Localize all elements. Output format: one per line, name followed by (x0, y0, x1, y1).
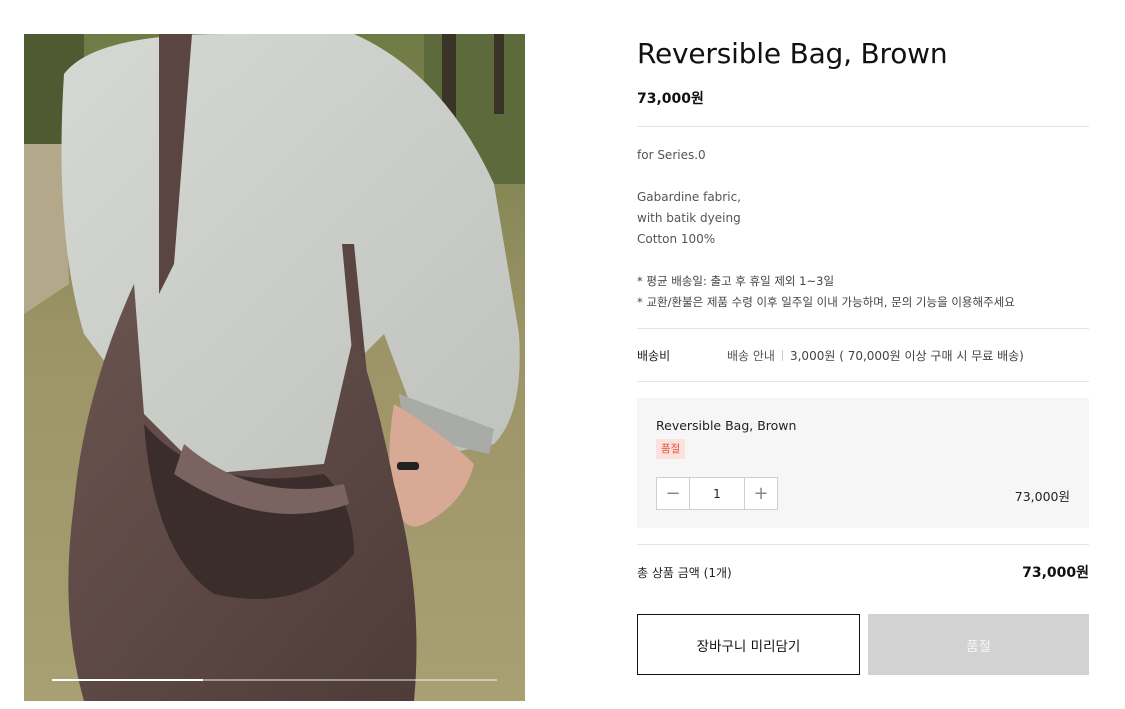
option-price: 73,000원 (1014, 489, 1070, 504)
material-line: with batik dyeing (637, 211, 741, 225)
gallery-progress-fill (52, 679, 204, 681)
quantity-stepper: − + (656, 477, 778, 510)
increase-quantity-button[interactable]: + (745, 478, 777, 509)
series-text: for Series.0 (637, 148, 706, 162)
option-name: Reversible Bag, Brown (656, 418, 797, 433)
refund-notice: * 교환/환불은 제품 수령 이후 일주일 이내 가능하며, 문의 기능을 이용… (637, 295, 1015, 309)
gallery-progress-track[interactable] (52, 679, 497, 681)
plus-icon: + (753, 483, 769, 504)
minus-icon: − (665, 483, 681, 504)
product-image[interactable] (24, 34, 525, 701)
material-line: Gabardine fabric, (637, 190, 741, 204)
shipping-label: 배송비 (637, 348, 671, 363)
total-price: 73,000원 (1022, 565, 1089, 581)
shipping-row: 배송비 배송 안내 3,000원 ( 70,000원 이상 구매 시 무료 배송… (637, 329, 1089, 381)
product-photo-illustration (24, 34, 525, 701)
product-info: Reversible Bag, Brown 73,000원 for Series… (637, 34, 1089, 675)
product-title: Reversible Bag, Brown (637, 37, 948, 70)
shipping-guide-link[interactable]: 배송 안내 (727, 347, 775, 364)
divider (637, 381, 1089, 382)
separator (781, 349, 783, 361)
add-to-cart-button[interactable]: 장바구니 미리담기 (637, 614, 860, 675)
delivery-notice: * 평균 배송일: 출고 후 휴일 제외 1~3일 (637, 274, 835, 288)
total-label: 총 상품 금액 (1개) (637, 565, 732, 580)
product-description: for Series.0 Gabardine fabric, with bati… (637, 145, 1089, 313)
quantity-input[interactable] (689, 478, 745, 509)
material-line: Cotton 100% (637, 232, 716, 246)
soldout-badge: 품절 (656, 439, 686, 459)
product-price: 73,000원 (637, 91, 704, 107)
decrease-quantity-button[interactable]: − (657, 478, 689, 509)
soldout-button[interactable]: 품절 (868, 614, 1089, 675)
action-buttons: 장바구니 미리담기 품절 (637, 614, 1089, 675)
shipping-fee: 3,000원 ( 70,000원 이상 구매 시 무료 배송) (789, 348, 1024, 363)
total-row: 총 상품 금액 (1개) 73,000원 (637, 545, 1089, 599)
selected-option: Reversible Bag, Brown 품절 − + 73,000원 (637, 398, 1089, 528)
divider (637, 126, 1089, 127)
